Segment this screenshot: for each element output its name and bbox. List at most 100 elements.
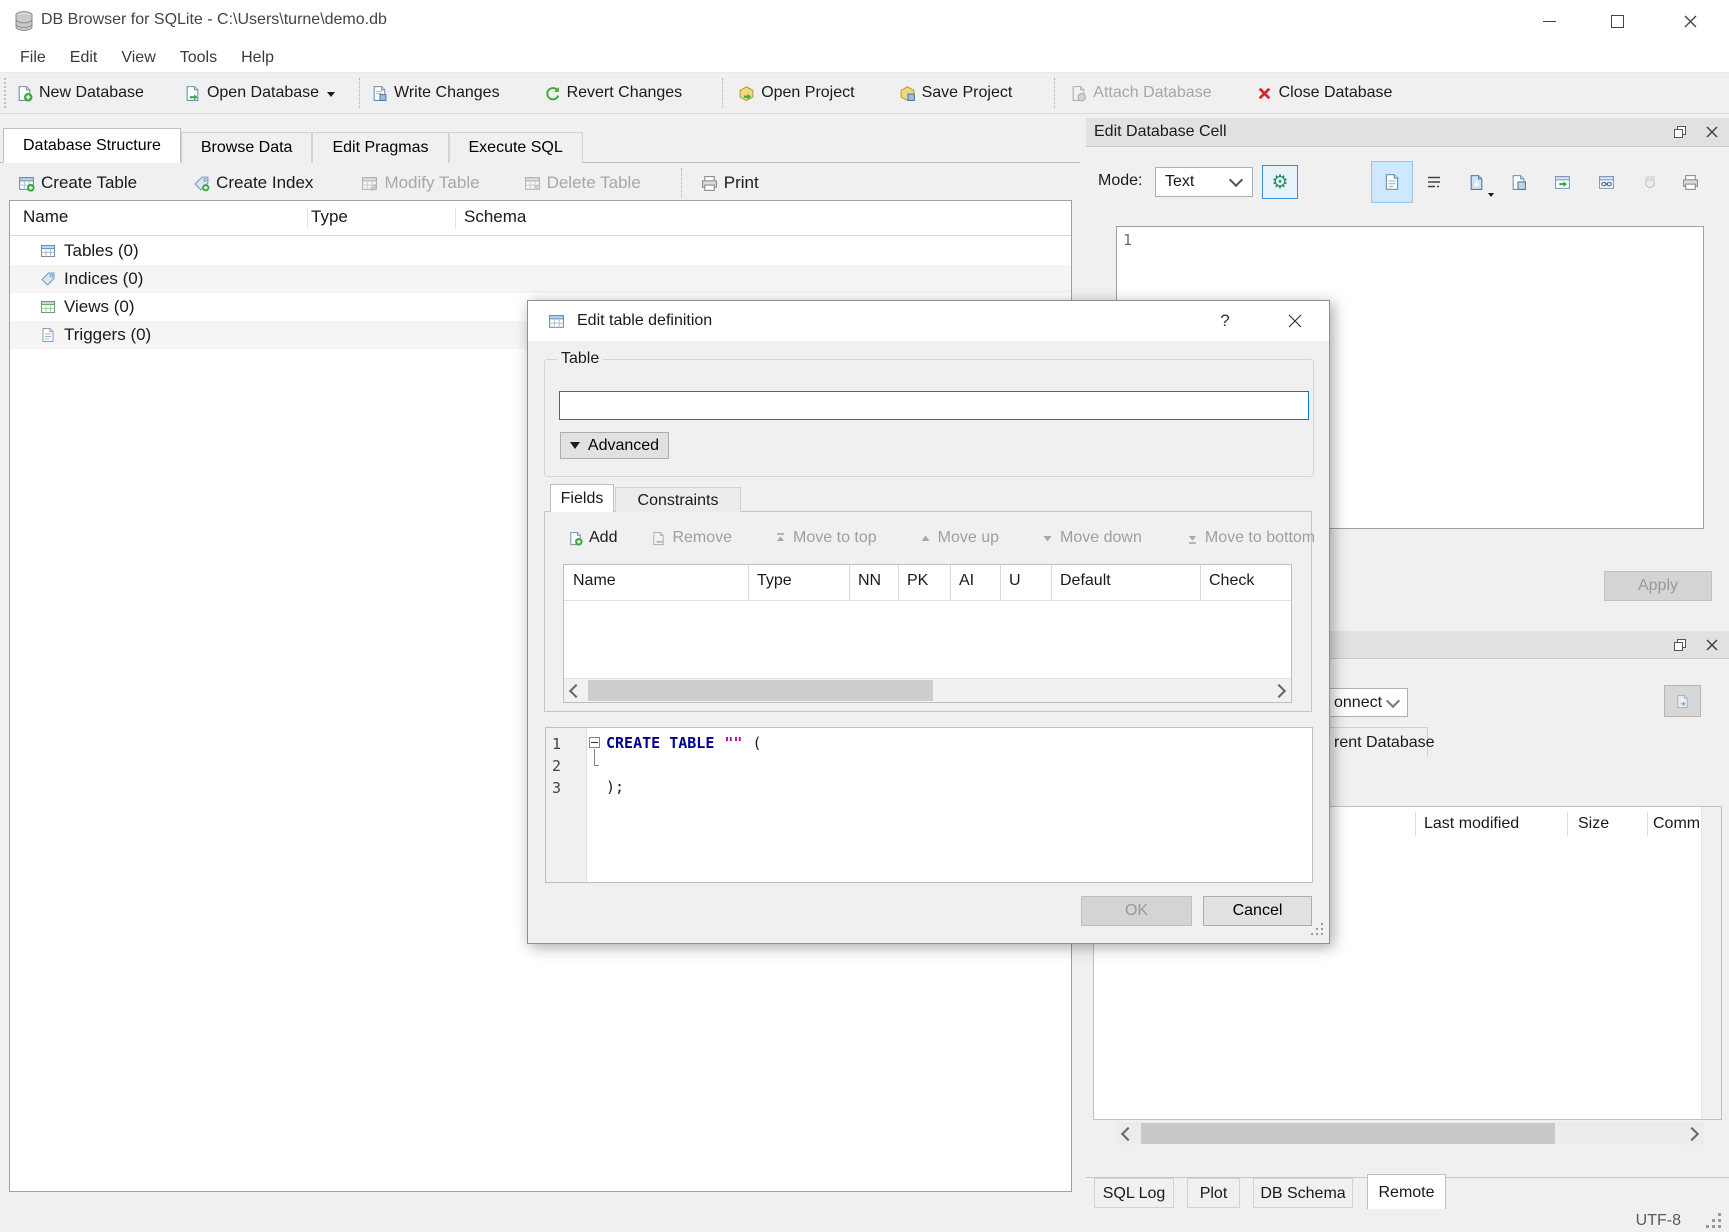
- tab-sql-log[interactable]: SQL Log: [1094, 1178, 1174, 1208]
- fold-marker-icon[interactable]: [589, 737, 600, 748]
- ok-button[interactable]: OK: [1081, 896, 1192, 926]
- encoding-indicator[interactable]: UTF-8: [1636, 1212, 1681, 1230]
- tab-db-schema[interactable]: DB Schema: [1253, 1178, 1353, 1208]
- menu-view[interactable]: View: [109, 47, 167, 69]
- scroll-left-arrow[interactable]: [564, 679, 588, 702]
- tree-item-tables[interactable]: Tables (0): [10, 237, 1071, 265]
- word-wrap-button[interactable]: [1416, 164, 1452, 200]
- mode-select[interactable]: Text: [1155, 167, 1253, 197]
- copy-link-button[interactable]: [1588, 164, 1624, 200]
- apply-button[interactable]: Apply: [1604, 571, 1712, 601]
- column-divider[interactable]: [307, 208, 308, 228]
- tree-col-schema[interactable]: Schema: [464, 207, 526, 227]
- add-field-button[interactable]: Add: [568, 529, 617, 547]
- text-mode-button[interactable]: [1371, 161, 1413, 203]
- write-changes-button[interactable]: Write Changes: [371, 84, 500, 102]
- close-panel-button[interactable]: [1699, 634, 1725, 656]
- menu-file[interactable]: File: [8, 47, 58, 69]
- save-project-button[interactable]: Save Project: [899, 84, 1013, 102]
- create-index-icon: [193, 175, 210, 192]
- remote-h-scrollbar[interactable]: [1116, 1122, 1704, 1144]
- col-name[interactable]: Name: [564, 565, 749, 600]
- col-last-modified[interactable]: Last modified: [1424, 815, 1519, 833]
- col-u[interactable]: U: [1001, 565, 1052, 600]
- vertical-scrollbar[interactable]: [1701, 807, 1721, 1119]
- scroll-right-arrow[interactable]: [1267, 679, 1291, 702]
- fields-h-scrollbar[interactable]: [564, 678, 1291, 702]
- modify-table-button[interactable]: Modify Table: [361, 173, 479, 193]
- move-up-button[interactable]: Move up: [919, 529, 999, 547]
- revert-changes-button[interactable]: Revert Changes: [544, 84, 683, 102]
- scroll-right-arrow[interactable]: [1680, 1122, 1704, 1145]
- column-divider[interactable]: [455, 208, 456, 228]
- tab-edit-pragmas[interactable]: Edit Pragmas: [312, 132, 448, 163]
- col-type[interactable]: Type: [749, 565, 850, 600]
- scrollbar-thumb[interactable]: [588, 680, 933, 701]
- menu-help[interactable]: Help: [229, 47, 286, 69]
- open-project-button[interactable]: Open Project: [738, 84, 854, 102]
- col-pk[interactable]: PK: [899, 565, 951, 600]
- col-ai[interactable]: AI: [951, 565, 1001, 600]
- col-check[interactable]: Check: [1201, 565, 1291, 600]
- save-project-label: Save Project: [922, 84, 1013, 102]
- field-actions-toolbar: Add Remove Move to top Move up Move down…: [568, 523, 1315, 553]
- scroll-left-arrow[interactable]: [1116, 1122, 1140, 1145]
- advanced-button[interactable]: Advanced: [560, 432, 669, 459]
- scrollbar-thumb[interactable]: [1141, 1123, 1555, 1144]
- menu-edit[interactable]: Edit: [58, 47, 110, 69]
- tree-col-type[interactable]: Type: [311, 207, 348, 227]
- move-to-top-button[interactable]: Move to top: [774, 529, 877, 547]
- tree-item-indices[interactable]: Indices (0): [10, 265, 1071, 293]
- export-data-button[interactable]: [1500, 164, 1536, 200]
- close-window-button[interactable]: [1667, 5, 1713, 37]
- print-cell-button[interactable]: [1672, 164, 1708, 200]
- table-name-input[interactable]: [559, 391, 1309, 420]
- float-panel-button[interactable]: [1667, 121, 1693, 143]
- col-commit[interactable]: Comm: [1653, 815, 1700, 833]
- col-size[interactable]: Size: [1578, 815, 1609, 833]
- cancel-button[interactable]: Cancel: [1203, 896, 1312, 926]
- tab-database-structure[interactable]: Database Structure: [3, 128, 181, 163]
- tab-plot[interactable]: Plot: [1187, 1178, 1240, 1208]
- set-null-button[interactable]: [1632, 164, 1668, 200]
- create-table-button[interactable]: Create Table: [18, 173, 137, 193]
- tab-constraints[interactable]: Constraints: [615, 487, 741, 512]
- open-database-dropdown-arrow[interactable]: [327, 92, 335, 101]
- minimize-button[interactable]: [1526, 5, 1572, 37]
- tree-col-name[interactable]: Name: [23, 207, 68, 227]
- move-to-bottom-button[interactable]: Move to bottom: [1186, 529, 1315, 547]
- tab-fields[interactable]: Fields: [550, 484, 614, 512]
- maximize-button[interactable]: [1594, 5, 1640, 37]
- remove-field-button[interactable]: Remove: [651, 529, 732, 547]
- attach-database-button[interactable]: Attach Database: [1070, 84, 1211, 102]
- sql-line-1: CREATE TABLE "" (: [606, 734, 761, 752]
- menu-tools[interactable]: Tools: [168, 47, 229, 69]
- edit-cell-title: Edit Database Cell: [1094, 123, 1227, 141]
- open-database-button[interactable]: Open Database: [184, 84, 319, 102]
- tab-remote[interactable]: Remote: [1367, 1174, 1446, 1209]
- col-nn[interactable]: NN: [850, 565, 899, 600]
- toolbar-drag-handle[interactable]: [4, 78, 10, 108]
- open-in-external-button[interactable]: [1544, 164, 1580, 200]
- column-divider[interactable]: [1647, 811, 1648, 837]
- column-divider[interactable]: [1567, 811, 1568, 837]
- tab-execute-sql[interactable]: Execute SQL: [449, 132, 583, 163]
- print-button[interactable]: Print: [701, 173, 759, 193]
- dialog-close-button[interactable]: [1278, 306, 1312, 336]
- dialog-help-button[interactable]: ?: [1208, 306, 1242, 336]
- col-default[interactable]: Default: [1052, 565, 1201, 600]
- move-down-button[interactable]: Move down: [1041, 529, 1142, 547]
- create-index-button[interactable]: Create Index: [193, 173, 313, 193]
- tab-browse-data[interactable]: Browse Data: [181, 132, 313, 163]
- new-database-button[interactable]: New Database: [16, 84, 144, 102]
- dialog-resize-grip[interactable]: [1321, 923, 1324, 926]
- column-divider[interactable]: [1415, 811, 1416, 837]
- auto-apply-toggle[interactable]: ⚙: [1262, 165, 1298, 199]
- close-panel-button[interactable]: [1699, 121, 1725, 143]
- delete-table-button[interactable]: Delete Table: [524, 173, 641, 193]
- window-resize-grip[interactable]: [1718, 1213, 1721, 1216]
- import-data-button[interactable]: [1458, 164, 1494, 200]
- clone-database-button[interactable]: [1664, 685, 1701, 717]
- float-panel-button[interactable]: [1667, 634, 1693, 656]
- close-database-button[interactable]: Close Database: [1256, 84, 1393, 102]
